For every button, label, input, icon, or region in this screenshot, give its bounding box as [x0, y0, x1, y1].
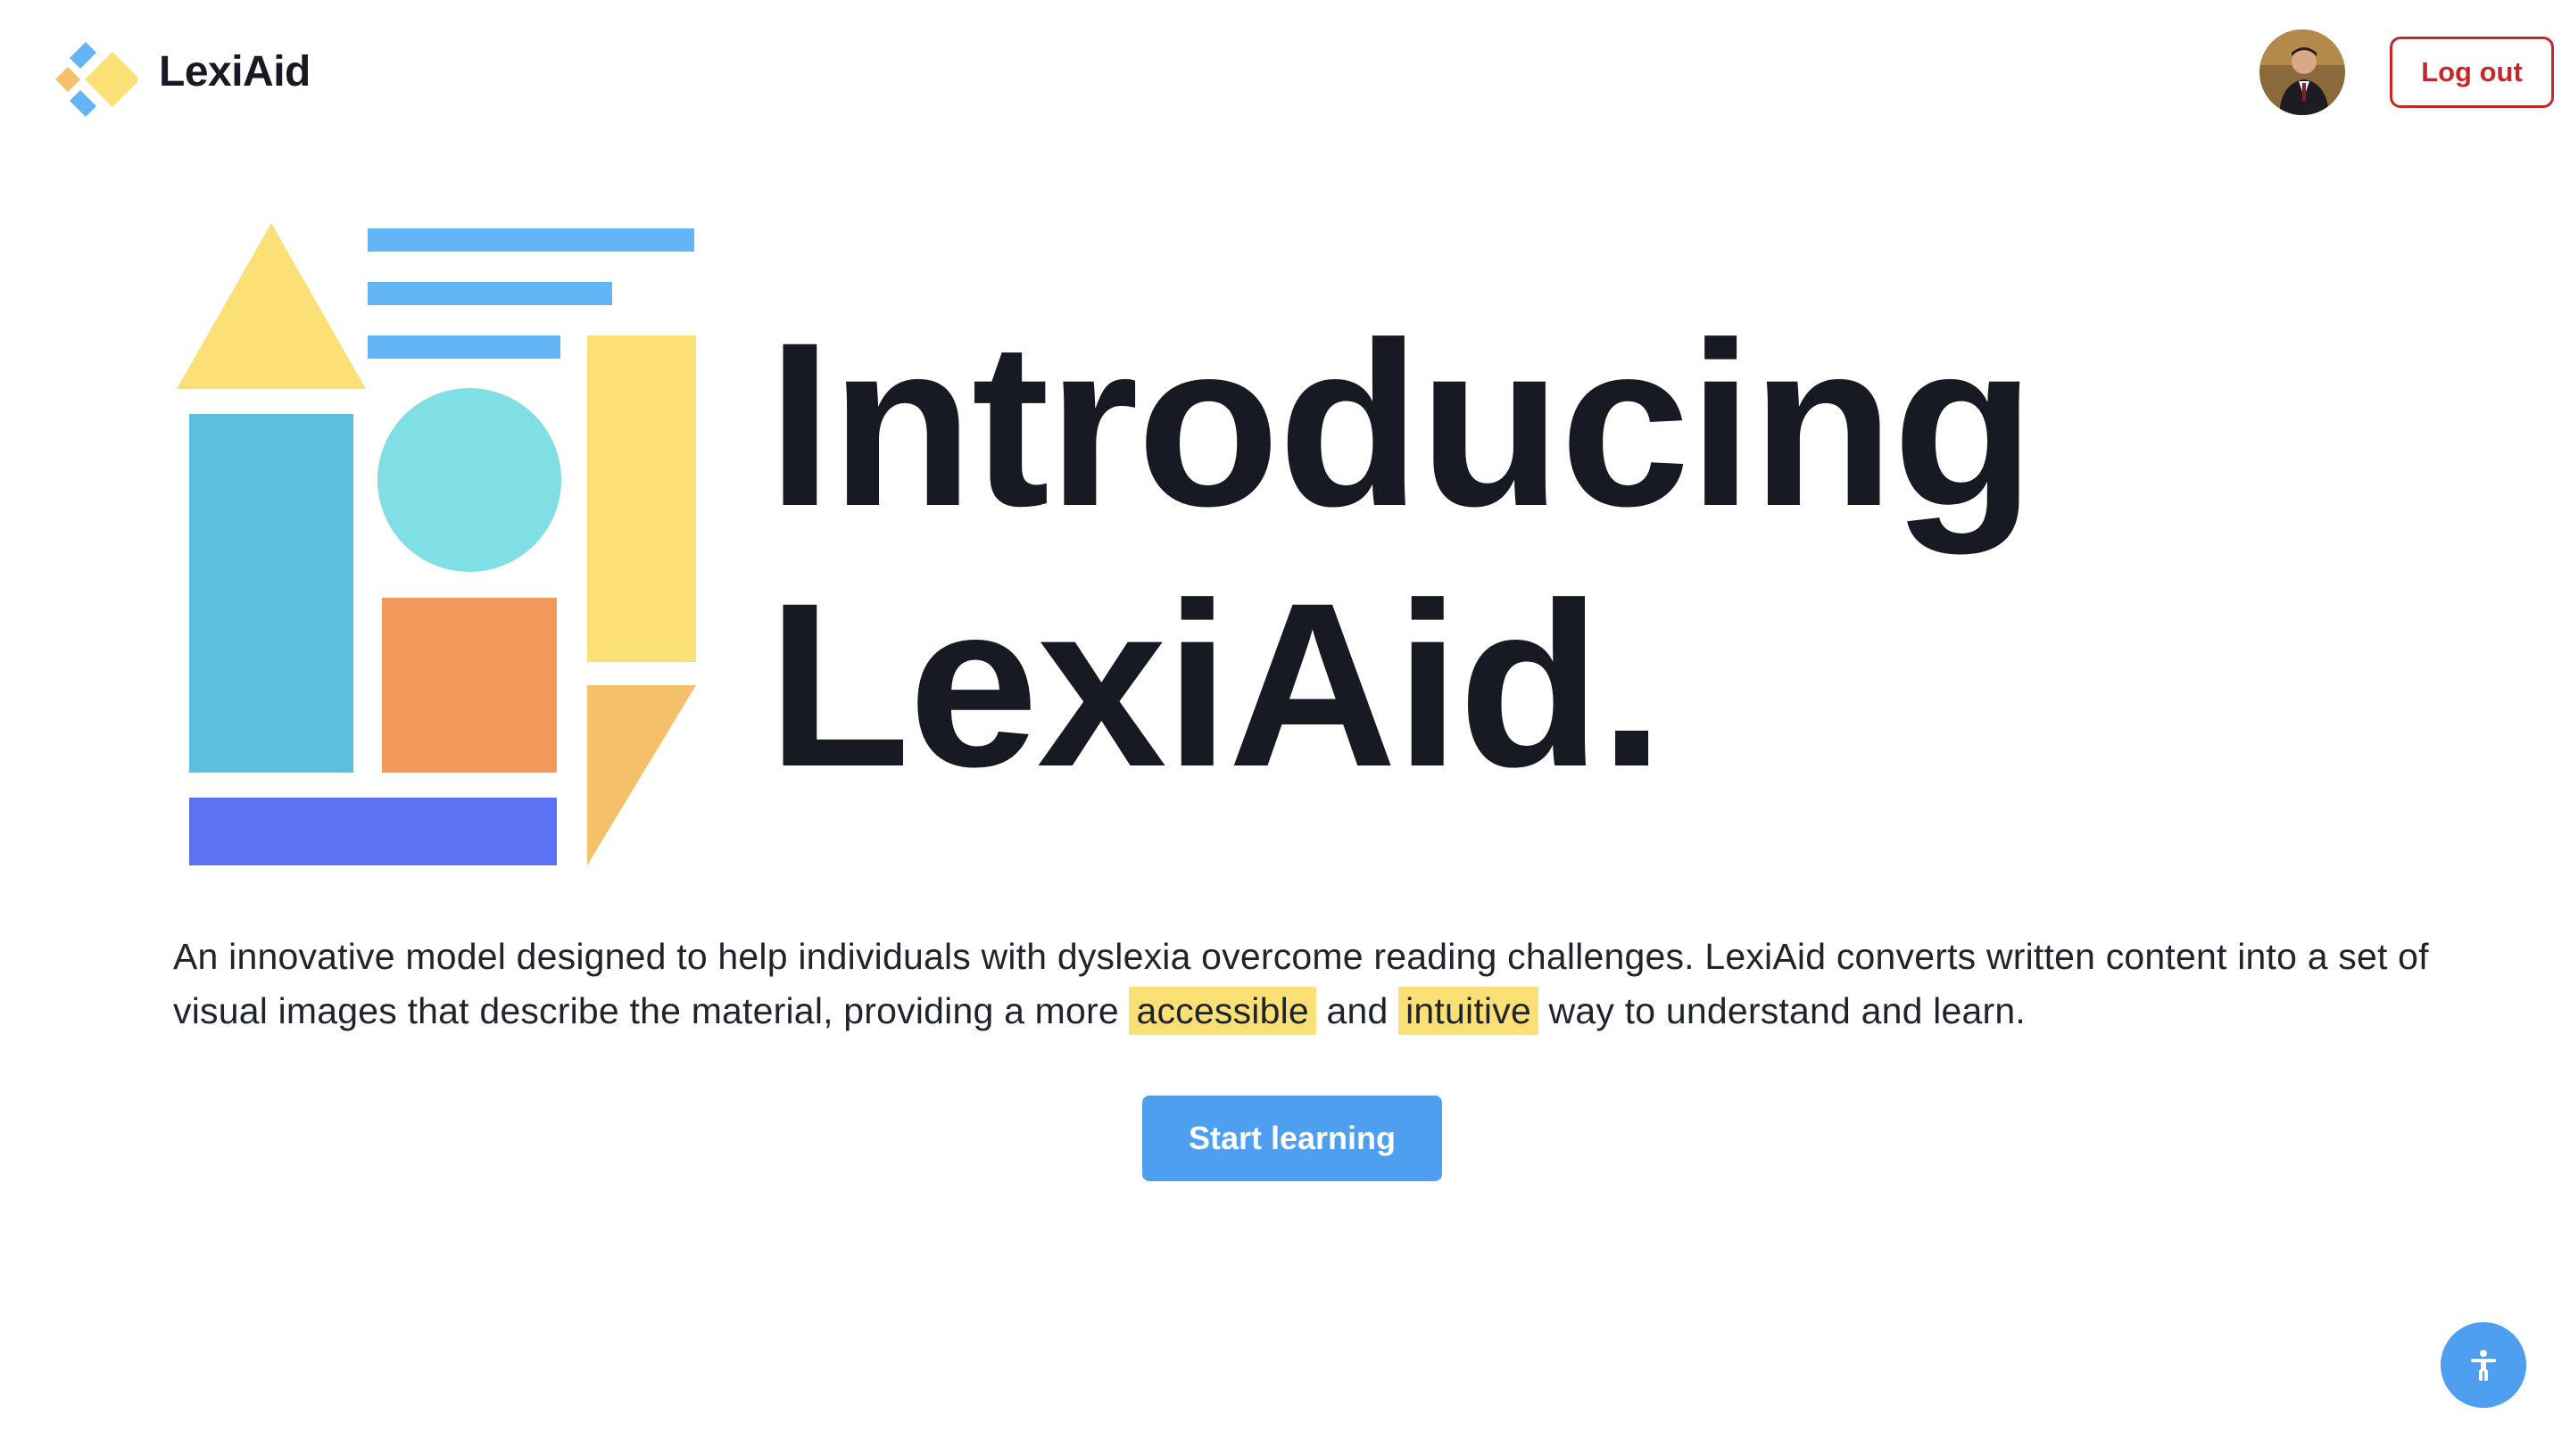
description-text-2: and	[1315, 990, 1399, 1031]
hero-title-line-1: Introducing	[767, 294, 2035, 555]
shape-indigo-bar	[189, 798, 557, 865]
shape-line-2	[368, 282, 612, 305]
highlight-accessible: accessible	[1129, 987, 1316, 1035]
hero-title-line-2: LexiAid.	[767, 554, 1664, 815]
hero-description: An innovative model designed to help ind…	[173, 930, 2440, 1038]
brand-name: LexiAid	[159, 47, 311, 95]
user-avatar[interactable]	[2259, 29, 2345, 115]
hero-illustration	[175, 219, 710, 871]
shape-triangle	[177, 223, 366, 389]
accessibility-person-icon	[2471, 1350, 2496, 1381]
logout-button[interactable]: Log out	[2390, 37, 2554, 108]
highlight-intuitive: intuitive	[1398, 987, 1538, 1035]
shape-tall-rect	[189, 414, 353, 773]
shape-peach-triangle	[587, 685, 696, 865]
brand-logo-link[interactable]: LexiAid	[27, 18, 311, 125]
shape-square	[382, 598, 557, 773]
accessibility-button[interactable]	[2441, 1322, 2526, 1408]
description-text-3: way to understand and learn.	[1538, 990, 2026, 1031]
start-learning-button[interactable]: Start learning	[1142, 1096, 1442, 1181]
lexiaid-logo-icon	[55, 42, 137, 117]
hero-title: Introducing LexiAid.	[767, 294, 2035, 815]
shape-line-3	[368, 335, 560, 359]
shape-circle	[377, 388, 561, 572]
shape-yellow-bar	[587, 335, 696, 662]
shape-line-1	[368, 228, 694, 252]
